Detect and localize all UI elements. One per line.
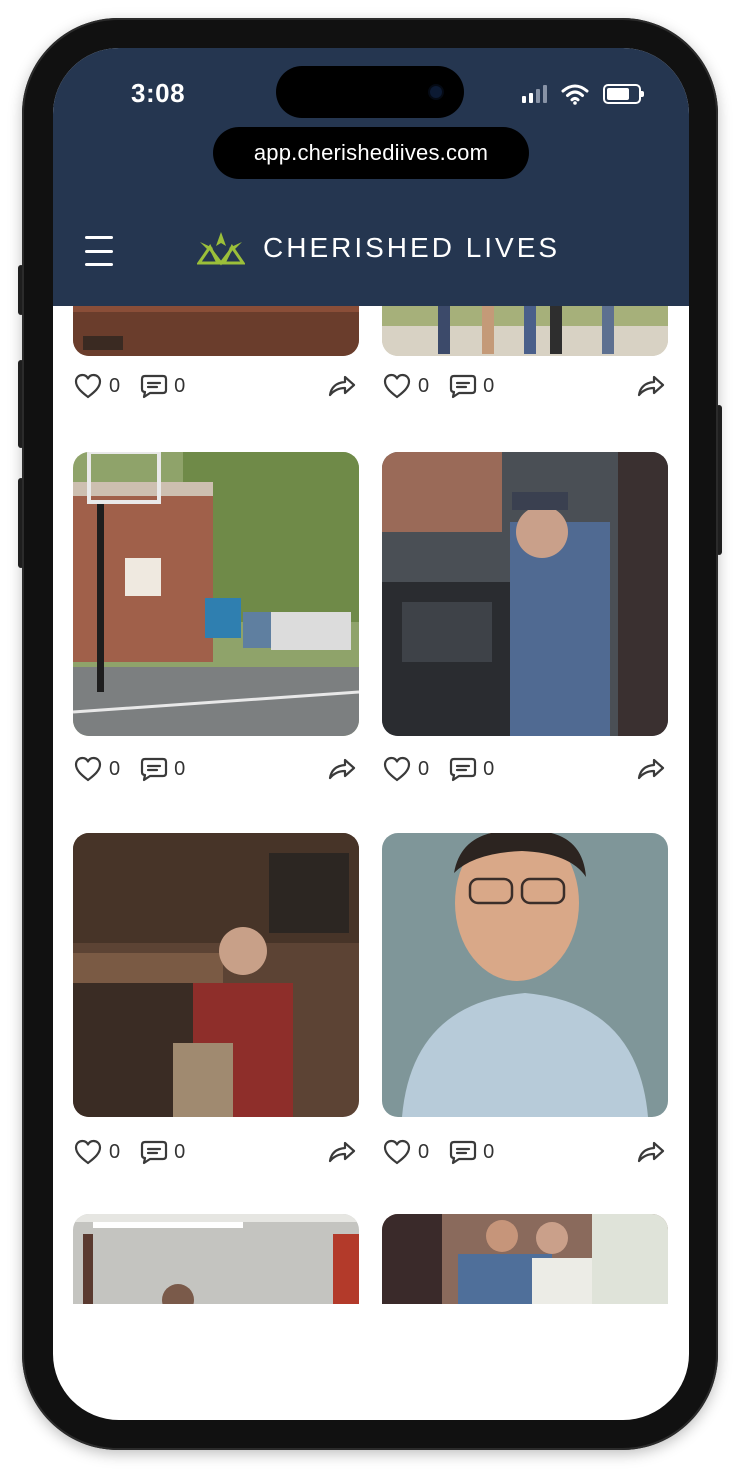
wifi-icon xyxy=(561,84,589,105)
app-header: 3:08 app.cherishediives.com CHERISHED LI… xyxy=(53,48,689,306)
share-icon[interactable] xyxy=(327,1140,357,1164)
comment-count: 0 xyxy=(483,757,495,780)
post-photo[interactable] xyxy=(73,452,359,736)
post-actions: 0 0 xyxy=(73,1137,359,1167)
url-bar[interactable]: app.cherishediives.com xyxy=(213,127,529,179)
signal-icon xyxy=(522,85,547,103)
post-card: 0 0 xyxy=(73,452,359,792)
heart-icon[interactable] xyxy=(382,372,412,400)
status-time: 3:08 xyxy=(131,78,186,108)
photo-image xyxy=(382,452,668,736)
post-card xyxy=(73,1214,359,1304)
comment-count: 0 xyxy=(483,1140,495,1163)
post-actions: 0 0 xyxy=(382,371,668,401)
like-count: 0 xyxy=(418,1140,430,1163)
post-photo[interactable] xyxy=(73,833,359,1117)
comment-icon[interactable] xyxy=(140,373,168,399)
status-icons xyxy=(522,82,644,106)
comment-count: 0 xyxy=(174,374,186,397)
photo-image xyxy=(73,833,359,1117)
heart-icon[interactable] xyxy=(73,1138,103,1166)
photo-image xyxy=(73,1214,359,1304)
post-photo[interactable] xyxy=(382,1214,668,1304)
photo-feed[interactable]: 0 0 0 0 0 0 0 0 0 0 0 0 xyxy=(53,306,689,1420)
post-card xyxy=(382,1214,668,1304)
post-actions: 0 0 xyxy=(382,1137,668,1167)
photo-image xyxy=(382,306,668,356)
comment-count: 0 xyxy=(174,757,186,780)
heart-icon[interactable] xyxy=(73,755,103,783)
heart-icon[interactable] xyxy=(382,1138,412,1166)
comment-icon[interactable] xyxy=(449,756,477,782)
like-count: 0 xyxy=(418,757,430,780)
photo-image xyxy=(73,306,359,356)
brand[interactable]: CHERISHED LIVES xyxy=(197,230,560,266)
post-card: 0 0 xyxy=(382,452,668,792)
like-count: 0 xyxy=(418,374,430,397)
comment-icon[interactable] xyxy=(449,373,477,399)
like-count: 0 xyxy=(109,374,121,397)
post-card: 0 0 xyxy=(382,306,668,406)
photo-image xyxy=(382,1214,668,1304)
photo-image xyxy=(73,452,359,736)
share-icon[interactable] xyxy=(327,757,357,781)
comment-icon[interactable] xyxy=(140,1139,168,1165)
like-count: 0 xyxy=(109,1140,121,1163)
heart-icon[interactable] xyxy=(73,372,103,400)
photo-image xyxy=(382,833,668,1117)
like-count: 0 xyxy=(109,757,121,780)
post-card: 0 0 xyxy=(73,306,359,406)
post-actions: 0 0 xyxy=(73,754,359,784)
comment-count: 0 xyxy=(174,1140,186,1163)
screen: 3:08 app.cherishediives.com CHERISHED LI… xyxy=(53,48,689,1420)
share-icon[interactable] xyxy=(636,757,666,781)
post-actions: 0 0 xyxy=(73,371,359,401)
brand-name: CHERISHED LIVES xyxy=(263,232,561,263)
camera-icon xyxy=(430,86,442,98)
post-photo[interactable] xyxy=(73,1214,359,1304)
comment-count: 0 xyxy=(483,374,495,397)
post-photo[interactable] xyxy=(382,833,668,1117)
share-icon[interactable] xyxy=(636,374,666,398)
heart-icon[interactable] xyxy=(382,755,412,783)
post-photo[interactable] xyxy=(73,306,359,356)
share-icon[interactable] xyxy=(636,1140,666,1164)
battery-icon xyxy=(603,84,644,104)
menu-button[interactable] xyxy=(85,234,113,268)
comment-icon[interactable] xyxy=(140,756,168,782)
dynamic-island xyxy=(276,66,464,118)
post-card: 0 0 xyxy=(73,833,359,1173)
post-card: 0 0 xyxy=(382,833,668,1173)
post-photo[interactable] xyxy=(382,452,668,736)
comment-icon[interactable] xyxy=(449,1139,477,1165)
post-photo[interactable] xyxy=(382,306,668,356)
logo-icon xyxy=(197,232,245,266)
share-icon[interactable] xyxy=(327,374,357,398)
post-actions: 0 0 xyxy=(382,754,668,784)
